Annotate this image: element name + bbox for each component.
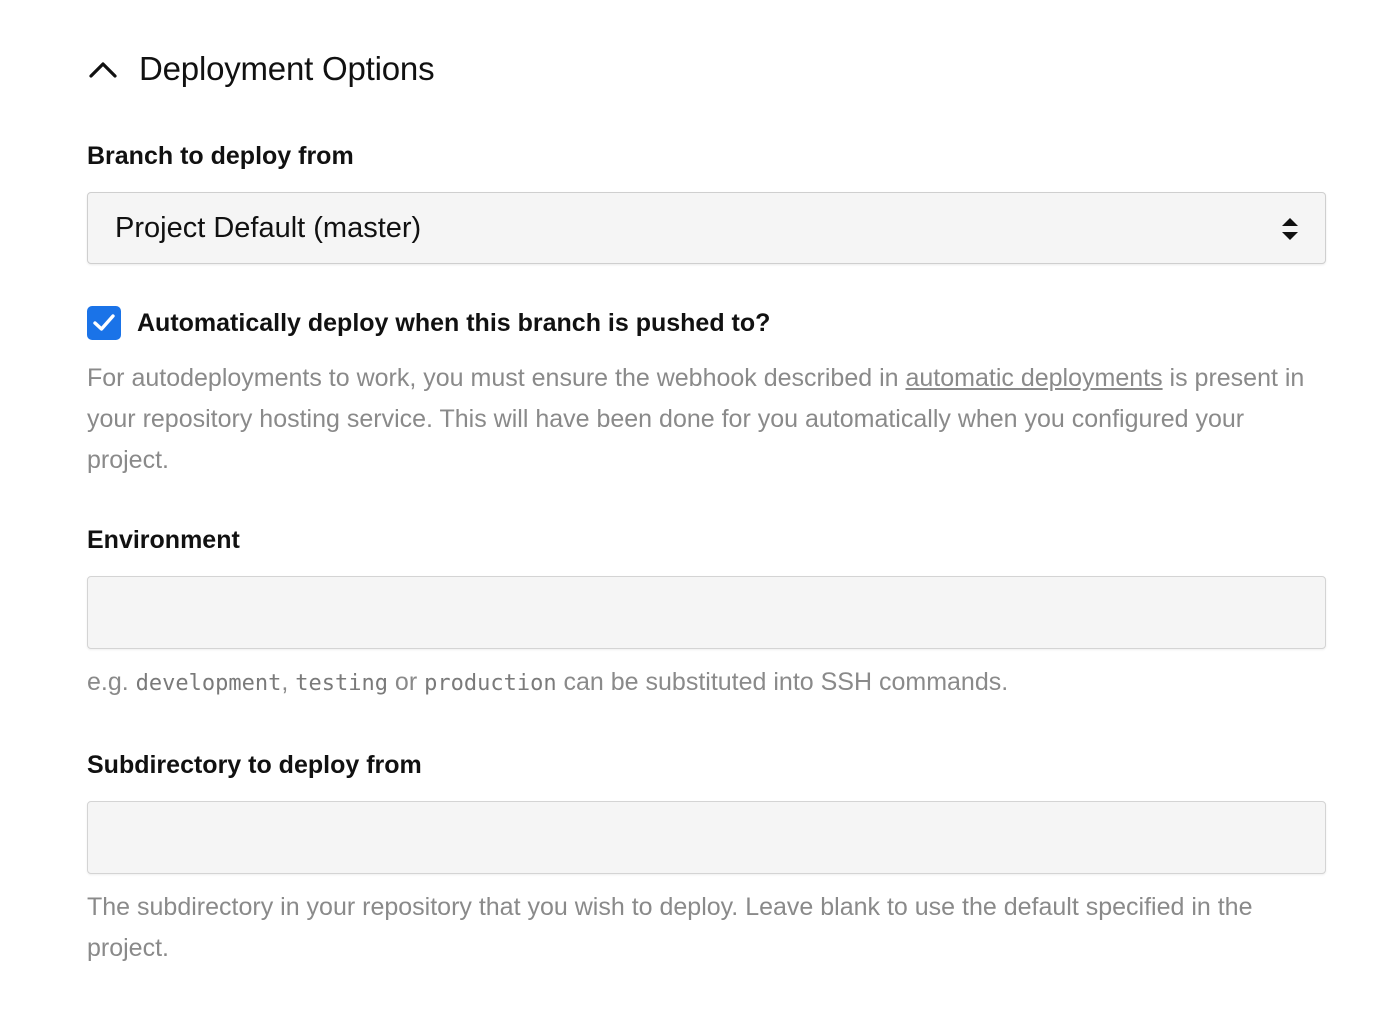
environment-label: Environment — [87, 526, 240, 554]
subdirectory-label: Subdirectory to deploy from — [87, 751, 422, 779]
section-toggle[interactable]: Deployment Options — [87, 46, 435, 92]
example-development: development — [135, 671, 282, 696]
autodeploy-checkbox[interactable] — [87, 306, 121, 340]
autodeploy-option[interactable]: Automatically deploy when this branch is… — [87, 306, 770, 340]
environment-help-prefix: e.g. — [87, 668, 136, 696]
select-arrows-icon — [1281, 217, 1299, 241]
environment-input[interactable] — [87, 576, 1326, 649]
chevron-up-icon — [87, 53, 119, 85]
environment-help-suffix: can be substituted into SSH commands. — [556, 668, 1009, 696]
autodeploy-help-text-start: For autodeployments to work, you must en… — [87, 364, 906, 392]
example-testing: testing — [295, 671, 388, 696]
subdirectory-help: The subdirectory in your repository that… — [87, 893, 1253, 962]
autodeploy-label: Automatically deploy when this branch is… — [137, 308, 771, 337]
environment-help-sep-1: , — [281, 668, 296, 696]
checkmark-icon — [93, 314, 115, 331]
environment-help-sep-2: or — [387, 668, 425, 696]
automatic-deployments-link[interactable]: automatic deployments — [906, 364, 1163, 392]
environment-help: e.g. development, testing or production … — [87, 662, 1332, 704]
example-production: production — [424, 671, 557, 696]
branch-select[interactable]: Project Default (master) — [87, 192, 1326, 264]
branch-select-value: Project Default (master) — [115, 211, 422, 244]
section-title: Deployment Options — [139, 50, 435, 87]
subdirectory-input[interactable] — [87, 801, 1326, 874]
branch-label: Branch to deploy from — [87, 142, 354, 170]
autodeploy-help: For autodeployments to work, you must en… — [87, 358, 1332, 481]
